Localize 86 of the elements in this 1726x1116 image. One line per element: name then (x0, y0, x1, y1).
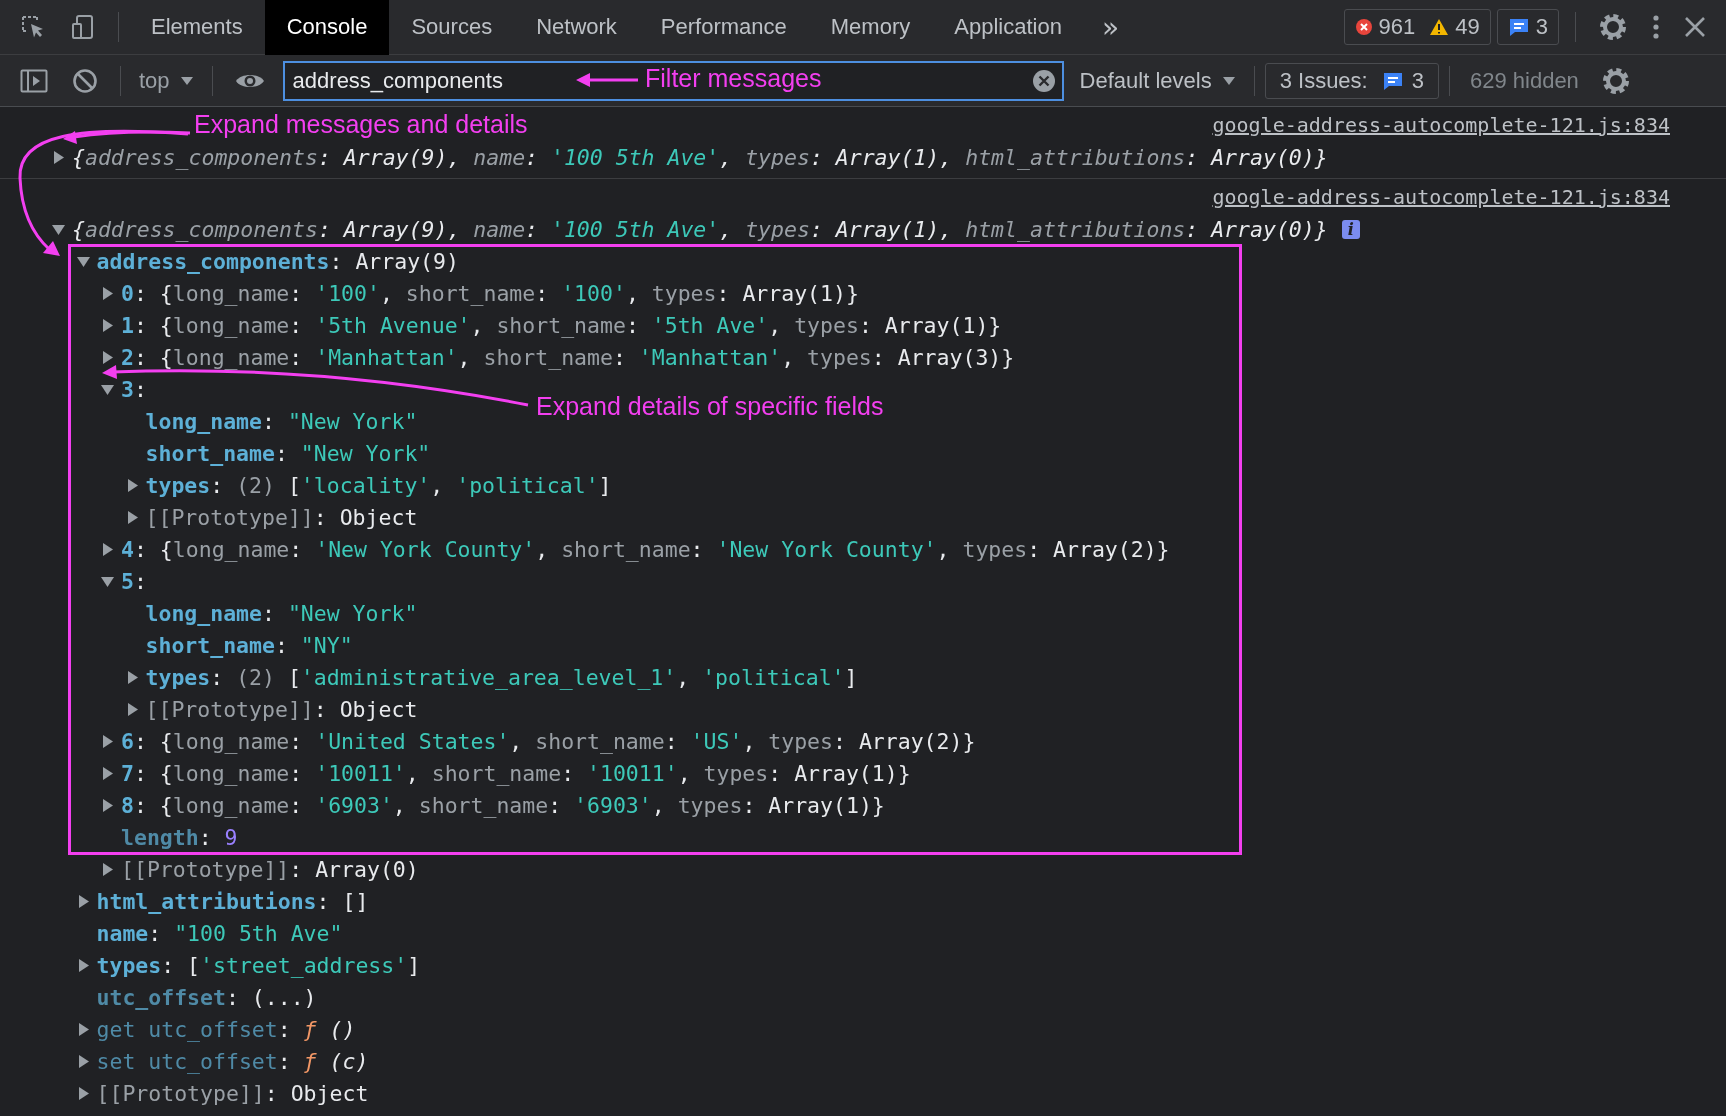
log-levels-dropdown[interactable]: Default levels (1071, 67, 1244, 94)
settings-icon[interactable] (1598, 12, 1628, 42)
hidden-count: 629 hidden (1468, 67, 1580, 94)
object-property: short_name: "NY" (145, 632, 353, 658)
disclosure-triangle-icon[interactable] (52, 222, 65, 236)
object-property: 5: (121, 568, 147, 594)
disclosure-triangle-icon[interactable] (101, 318, 114, 332)
object-property: short_name: "New York" (145, 440, 431, 466)
object-property: 6: {long_name: 'United States', short_name: 'US', types: Array(2)} (121, 728, 976, 754)
clear-console-icon[interactable] (72, 67, 98, 94)
disclosure-triangle-icon[interactable] (101, 798, 114, 812)
disclosure-triangle-icon[interactable] (101, 542, 114, 556)
device-toolbar-icon[interactable] (70, 14, 96, 40)
disclosure-triangle-icon[interactable] (101, 734, 114, 748)
clear-filter-icon[interactable] (1031, 68, 1056, 93)
message-icon (1381, 70, 1404, 91)
disclosure-triangle-icon[interactable] (101, 382, 114, 396)
warning-icon (1429, 18, 1450, 36)
caret-icon (1221, 75, 1236, 86)
disclosure-triangle-icon[interactable] (76, 894, 90, 908)
object-property: [[Prototype]]: Object (96, 1080, 369, 1106)
message-icon (1507, 17, 1530, 37)
panel-tab[interactable]: Application (932, 0, 1084, 55)
annotation-label: Expand details of specific fields (536, 392, 884, 421)
annotation-label: Filter messages (645, 64, 822, 93)
source-link[interactable]: google-address-autocomplete-121.js:834 (1212, 113, 1670, 137)
errors-warnings-button[interactable]: 961 49 (1343, 9, 1491, 45)
disclosure-triangle-icon[interactable] (125, 478, 139, 492)
more-tabs-button[interactable]: » (1083, 10, 1138, 44)
object-property: html_attributions: [] (96, 888, 369, 914)
object-property: types: ['street_address'] (96, 952, 421, 978)
more-options-icon[interactable] (1652, 14, 1660, 40)
disclosure-triangle-icon[interactable] (101, 862, 114, 876)
object-property: [[Prototype]]: Object (145, 696, 418, 722)
object-property: 4: {long_name: 'New York County', short_name: 'New York County', types: Array(2)} (121, 536, 1170, 562)
object-property: types: (2) ['administrative_area_level_1', 'political'] (145, 664, 858, 690)
disclosure-triangle-icon[interactable] (101, 766, 114, 780)
object-property: 2: {long_name: 'Manhattan', short_name: 'Manhattan', types: Array(3)} (121, 344, 1015, 370)
panel-tab[interactable]: Performance (638, 0, 809, 55)
annotation-label: Expand messages and details (194, 110, 528, 139)
object-property: 0: {long_name: '100', short_name: '100', types: Array(1)} (121, 280, 859, 306)
object-property: set utc_offset: ƒ (c) (96, 1048, 369, 1074)
object-property: utc_offset: (...) (96, 984, 317, 1010)
panel-tab[interactable]: Sources (389, 0, 515, 55)
close-icon[interactable] (1684, 16, 1706, 38)
panel-tab[interactable]: Memory (808, 0, 933, 55)
panel-tab[interactable]: Console (264, 0, 390, 55)
error-icon (1354, 18, 1373, 36)
source-link[interactable]: google-address-autocomplete-121.js:834 (1212, 185, 1670, 209)
console-message[interactable]: {address_components: Array(9), name: '100 5th Ave', types: Array(1), html_attributions: Array(0)} (72, 216, 1328, 242)
disclosure-triangle-icon[interactable] (125, 510, 139, 524)
annotation-arrow (576, 73, 638, 87)
context-dropdown[interactable]: top (131, 67, 202, 94)
panel-tab[interactable]: Network (514, 0, 639, 55)
object-property: 7: {long_name: '10011', short_name: '10011', types: Array(1)} (121, 760, 911, 786)
caret-icon (179, 75, 194, 86)
sidebar-toggle-icon[interactable] (20, 68, 48, 93)
object-property: name: "100 5th Ave" (96, 920, 343, 946)
object-property: address_components: Array(9) (96, 248, 459, 274)
object-property: types: (2) ['locality', 'political'] (145, 472, 612, 498)
object-property: [[Prototype]]: Object (145, 504, 418, 530)
disclosure-triangle-icon[interactable] (101, 286, 114, 300)
object-property: long_name: "New York" (145, 600, 418, 626)
object-property: length: 9 (121, 824, 238, 850)
object-property: [[Prototype]]: Array(0) (121, 856, 419, 882)
disclosure-triangle-icon[interactable] (125, 702, 139, 716)
messages-button[interactable]: 3 (1496, 9, 1559, 45)
object-property: get utc_offset: ƒ () (96, 1016, 356, 1042)
issues-button[interactable]: 3 Issues: 3 (1264, 62, 1439, 99)
disclosure-triangle-icon[interactable] (76, 1086, 90, 1100)
disclosure-triangle-icon[interactable] (101, 574, 114, 588)
disclosure-triangle-icon[interactable] (76, 1022, 90, 1036)
object-property: long_name: "New York" (145, 408, 418, 434)
console-message[interactable]: {address_components: Array(9), name: '100 5th Ave', types: Array(1), html_attributions: Array(0)} (72, 144, 1328, 170)
disclosure-triangle-icon[interactable] (52, 150, 65, 164)
disclosure-triangle-icon[interactable] (76, 254, 90, 268)
disclosure-triangle-icon[interactable] (101, 350, 114, 364)
panel-tab[interactable]: Elements (129, 0, 265, 55)
settings-icon[interactable] (1600, 65, 1631, 96)
disclosure-triangle-icon[interactable] (76, 958, 90, 972)
object-property: 8: {long_name: '6903', short_name: '6903', types: Array(1)} (121, 792, 885, 818)
object-property: 3: (121, 376, 147, 402)
disclosure-triangle-icon[interactable] (76, 1054, 90, 1068)
object-property: 1: {long_name: '5th Avenue', short_name: '5th Ave', types: Array(1)} (121, 312, 1002, 338)
disclosure-triangle-icon[interactable] (125, 670, 139, 684)
info-badge[interactable]: i (1341, 219, 1360, 239)
